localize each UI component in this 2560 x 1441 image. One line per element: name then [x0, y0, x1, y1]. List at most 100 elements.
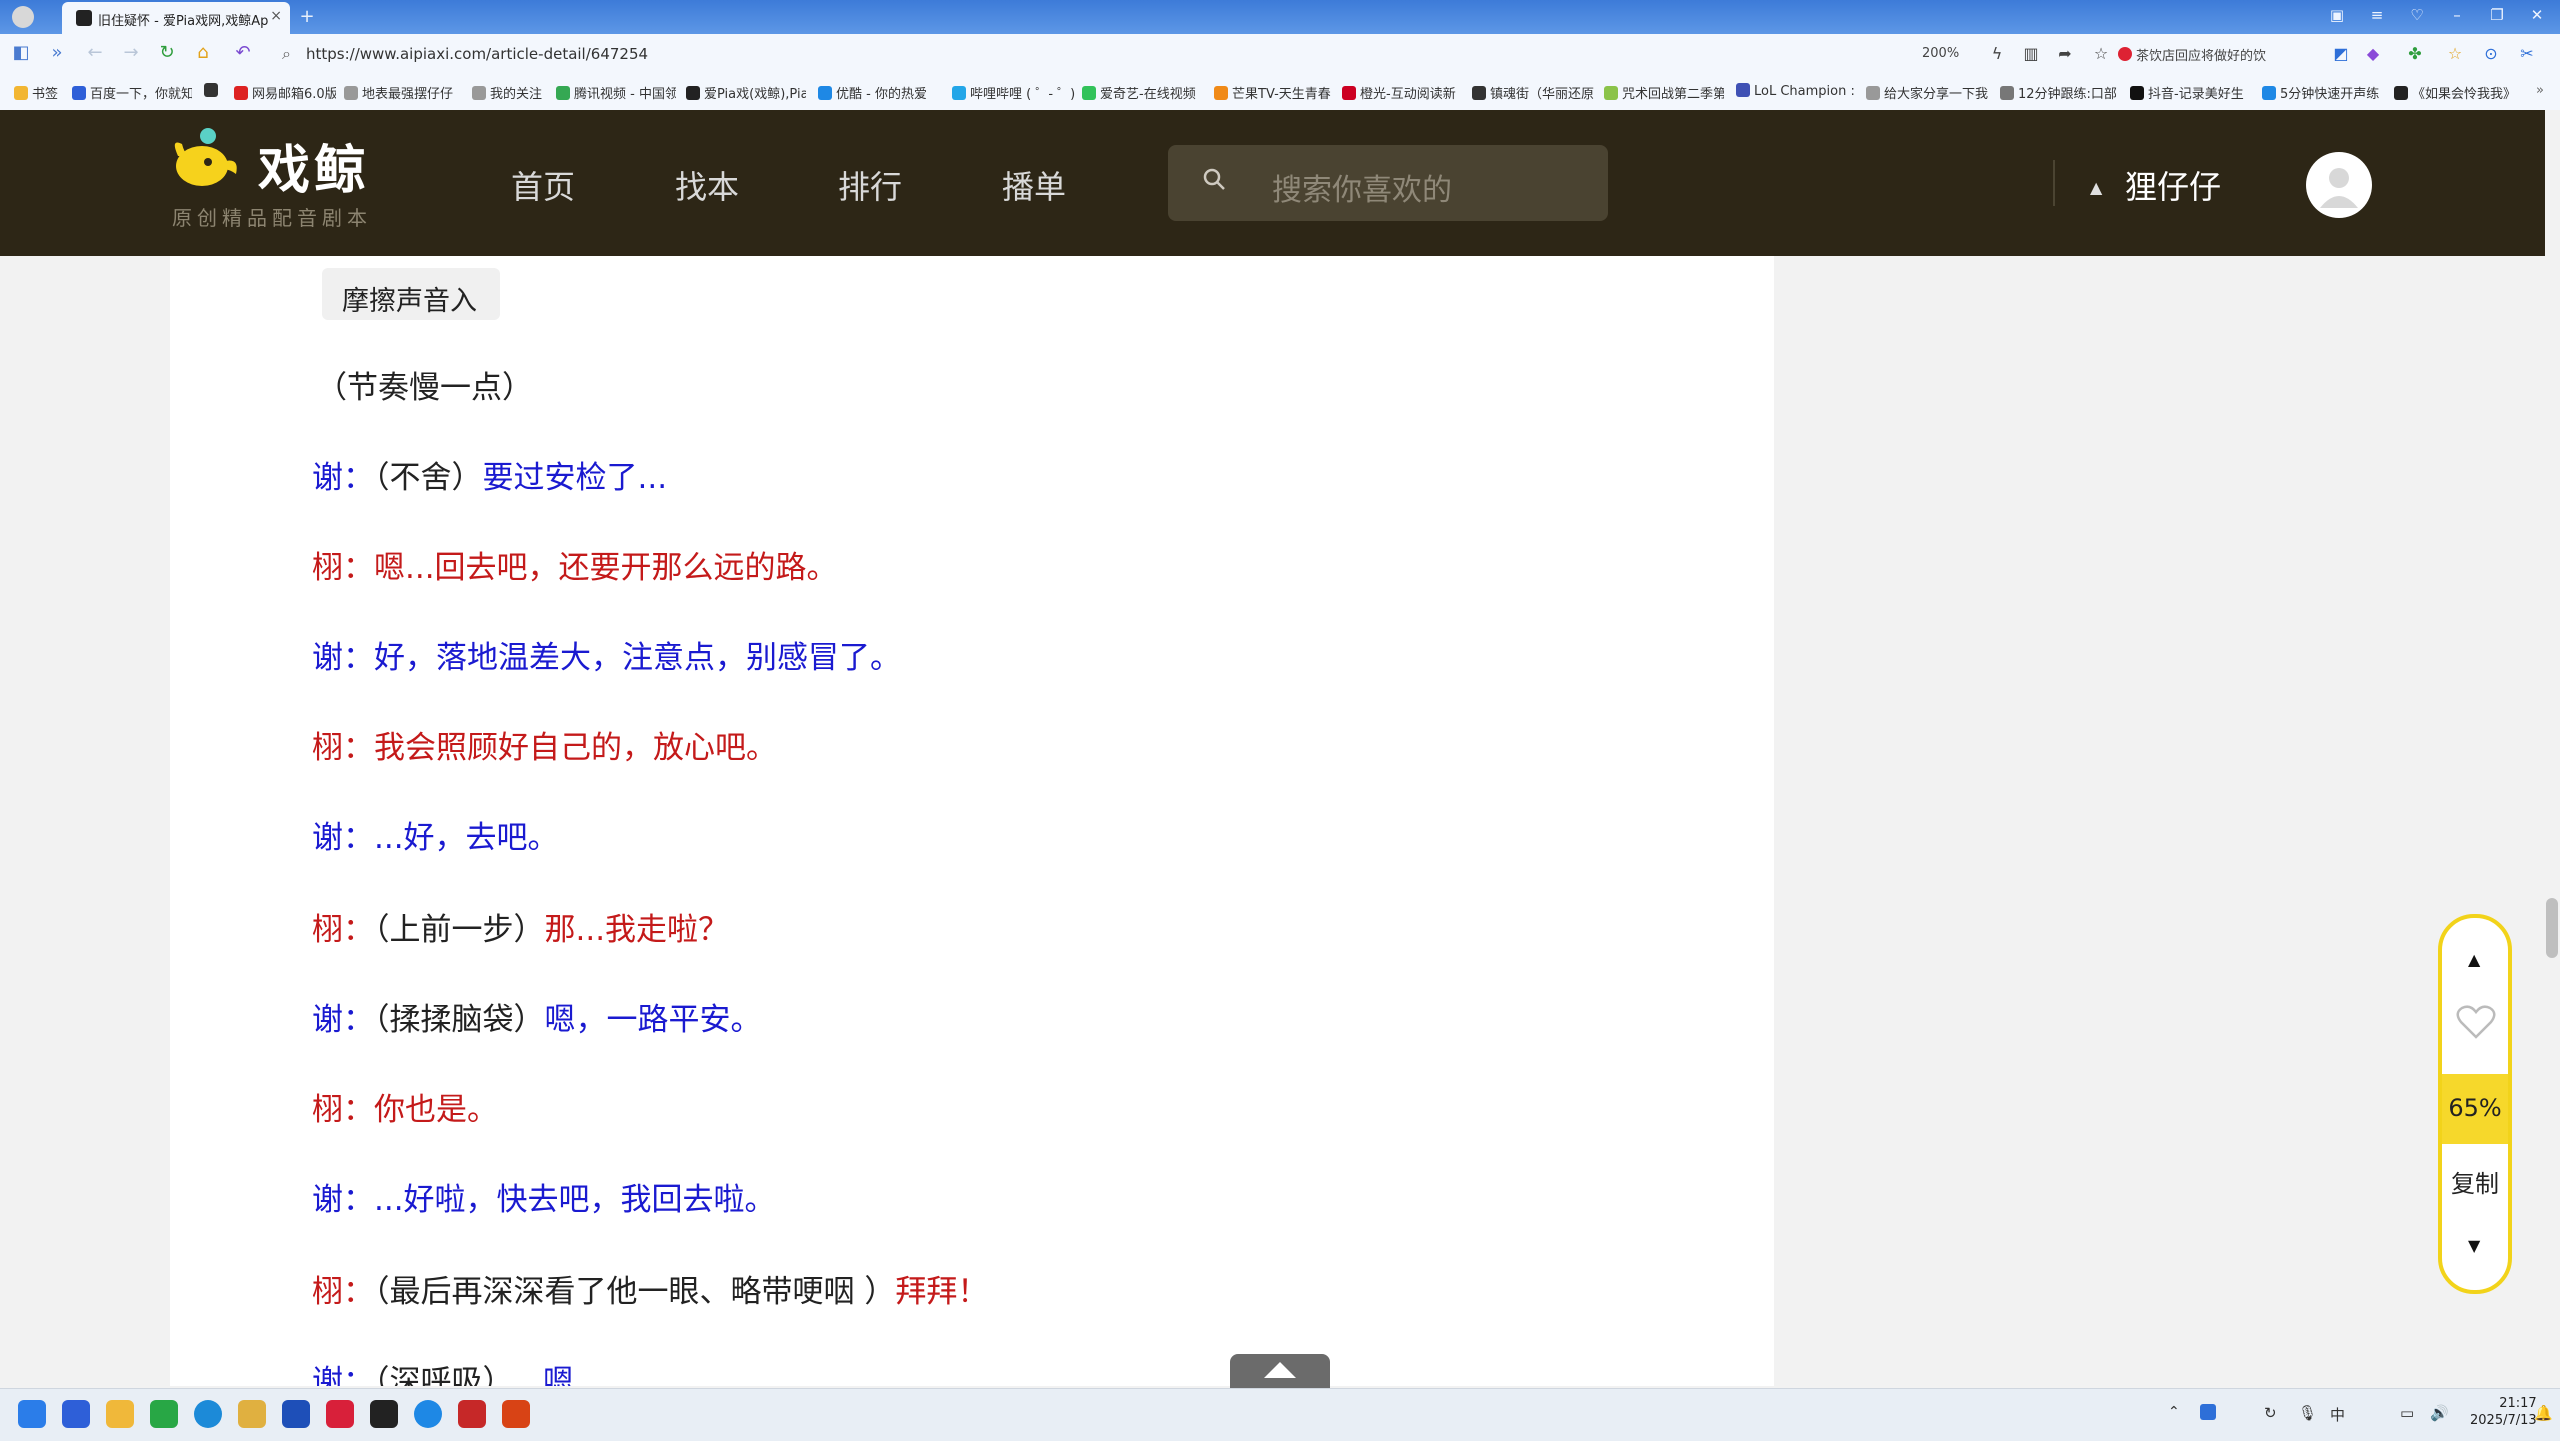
- restore-icon[interactable]: ❐: [2486, 6, 2508, 28]
- forward-icon[interactable]: →: [118, 42, 144, 66]
- username[interactable]: 狸仔仔: [2125, 162, 2221, 208]
- new-tab-button[interactable]: +: [295, 6, 319, 28]
- zoom-level[interactable]: 200%: [1922, 46, 1959, 61]
- bookmark-item[interactable]: 优酷 - 你的热爱: [818, 83, 942, 102]
- expand-panel-button[interactable]: [1230, 1354, 1330, 1388]
- bookmark-item[interactable]: 芒果TV-天生青春: [1214, 83, 1334, 102]
- back-icon[interactable]: ←: [82, 42, 108, 66]
- bookmark-item[interactable]: 咒术回战第二季第: [1604, 83, 1724, 102]
- start-icon[interactable]: [18, 1400, 46, 1428]
- bookmark-item[interactable]: 橙光-互动阅读新: [1342, 83, 1464, 102]
- translate-icon[interactable]: ◩: [2330, 44, 2352, 66]
- nav-playlist[interactable]: 播单: [1002, 162, 1066, 208]
- avatar[interactable]: [2306, 152, 2372, 218]
- bookmark-item[interactable]: 12分钟跟练:口部: [2000, 83, 2120, 102]
- stage-note: （揉揉脑袋）: [374, 1002, 545, 1038]
- search-input[interactable]: 搜索你喜欢的: [1272, 165, 1452, 209]
- news-ticker[interactable]: 茶饮店回应将做好的饮: [2136, 45, 2306, 64]
- app-k-icon[interactable]: [62, 1400, 90, 1428]
- expand-icon[interactable]: »: [44, 42, 70, 66]
- star-icon[interactable]: ☆: [2090, 44, 2112, 66]
- bookmark-item[interactable]: 地表最强摆仔仔: [344, 83, 460, 102]
- skin-icon[interactable]: ♡: [2406, 6, 2428, 28]
- caret-up-icon[interactable]: ▲: [2090, 178, 2102, 197]
- bookmark-item[interactable]: [204, 83, 226, 99]
- sidebar-icon[interactable]: ◧: [8, 42, 34, 66]
- tray-sync-icon[interactable]: ↻: [2264, 1404, 2277, 1422]
- tray-clock[interactable]: 21:17 2025/7/13: [2470, 1395, 2537, 1429]
- sfx-tag[interactable]: 摩擦声音入: [322, 268, 500, 320]
- download-icon[interactable]: ⊙: [2480, 44, 2502, 66]
- tools-icon[interactable]: ✂: [2516, 44, 2538, 66]
- bookmark-item[interactable]: 网易邮箱6.0版: [234, 83, 336, 102]
- page-scrollbar[interactable]: [2545, 110, 2560, 1388]
- tray-ime-icon[interactable]: 中: [2330, 1404, 2345, 1425]
- sidebar-toggle-icon[interactable]: ▣: [2326, 6, 2348, 28]
- search-icon[interactable]: [1202, 167, 1226, 191]
- netease-music-icon[interactable]: [326, 1400, 354, 1428]
- tab-close-icon[interactable]: ×: [270, 8, 282, 24]
- scroll-up-icon[interactable]: ▲: [2468, 950, 2480, 969]
- menu-icon[interactable]: ≡: [2366, 6, 2388, 28]
- scrollbar-thumb[interactable]: [2546, 898, 2558, 958]
- home-icon[interactable]: ⌂: [190, 42, 216, 66]
- tray-mic-icon[interactable]: 🎙: [2298, 1404, 2317, 1422]
- bookmark-item[interactable]: 爱Pia戏(戏鲸),Pia: [686, 83, 806, 102]
- bookmark-item[interactable]: 《如果会怜我我》: [2394, 83, 2514, 102]
- favorites-icon[interactable]: ☆: [2444, 44, 2466, 66]
- browser-profile-icon[interactable]: [12, 6, 34, 28]
- bookmarks-more-icon[interactable]: »: [2536, 83, 2552, 98]
- app-orange-icon[interactable]: [502, 1400, 530, 1428]
- refresh-icon[interactable]: ↻: [154, 42, 180, 66]
- browser-tab[interactable]: 旧住疑怀 - 爱Pia戏网,戏鲸App ×: [62, 2, 290, 34]
- nav-ranking[interactable]: 排行: [838, 162, 902, 208]
- extension-icon[interactable]: ◆: [2362, 44, 2384, 66]
- minimize-icon[interactable]: –: [2446, 6, 2468, 28]
- notification-icon[interactable]: 🔔: [2534, 1404, 2553, 1422]
- puzzle-icon[interactable]: ✤: [2404, 44, 2426, 66]
- xijing-app-icon[interactable]: [370, 1400, 398, 1428]
- bookmark-item[interactable]: 腾讯视频 - 中国领: [556, 83, 676, 102]
- nav-find-script[interactable]: 找本: [675, 162, 739, 208]
- bookmark-item[interactable]: 书签: [14, 83, 60, 102]
- heart-icon[interactable]: [2456, 1004, 2496, 1040]
- bookmark-item[interactable]: 我的关注: [472, 83, 552, 102]
- bookmark-item[interactable]: LoL Champion :: [1736, 83, 1854, 99]
- line-text: 好，落地温差大，注意点，别感冒了。: [374, 640, 901, 676]
- bookmark-item[interactable]: 镇魂街（华丽还原: [1472, 83, 1596, 102]
- tab-title: 旧住疑怀 - 爱Pia戏网,戏鲸App: [98, 14, 268, 29]
- app-green-icon[interactable]: [150, 1400, 178, 1428]
- tray-volume-icon[interactable]: 🔊: [2430, 1404, 2449, 1422]
- undo-icon[interactable]: ↶: [230, 42, 256, 66]
- site-info-icon[interactable]: ⌕: [282, 44, 291, 64]
- search-box[interactable]: 搜索你喜欢的: [1168, 145, 1608, 221]
- tray-network-icon[interactable]: ▭: [2400, 1404, 2414, 1422]
- bookmark-item[interactable]: 抖音-记录美好生: [2130, 83, 2254, 102]
- edge-icon[interactable]: [194, 1400, 222, 1428]
- bookmark-item[interactable]: 5分钟快速开声练: [2262, 83, 2382, 102]
- reader-icon[interactable]: ▥: [2020, 44, 2042, 66]
- address-bar[interactable]: https://www.aipiaxi.com/article-detail/6…: [306, 45, 648, 63]
- tray-app-icon[interactable]: [2200, 1404, 2216, 1420]
- nav-home[interactable]: 首页: [511, 162, 575, 208]
- browser-app-icon[interactable]: [414, 1400, 442, 1428]
- file-explorer-icon[interactable]: [106, 1400, 134, 1428]
- bookmark-item[interactable]: 哔哩哔哩 ( ゜- ゜): [952, 83, 1076, 102]
- share-icon[interactable]: ➦: [2054, 44, 2076, 66]
- app-game-icon[interactable]: [238, 1400, 266, 1428]
- tray-expand-icon[interactable]: ⌃: [2168, 1404, 2180, 1420]
- site-logo-text[interactable]: 戏鲸: [258, 128, 370, 203]
- scroll-down-icon[interactable]: ▼: [2468, 1236, 2480, 1255]
- speaker: 栩：: [312, 1092, 374, 1128]
- bookmark-item[interactable]: 给大家分享一下我: [1866, 83, 1990, 102]
- speaker: 谢：: [312, 1002, 374, 1038]
- app-red-icon[interactable]: [458, 1400, 486, 1428]
- site-logo-subtitle: 原创精品配音剧本: [172, 206, 372, 230]
- app-blue-icon[interactable]: [282, 1400, 310, 1428]
- whale-logo-icon[interactable]: [170, 126, 242, 192]
- copy-button[interactable]: 复制: [2442, 1164, 2508, 1199]
- close-window-icon[interactable]: ✕: [2526, 6, 2548, 28]
- bookmark-item[interactable]: 爱奇艺-在线视频: [1082, 83, 1206, 102]
- bookmark-item[interactable]: 百度一下，你就知: [72, 83, 192, 102]
- lightning-icon[interactable]: ϟ: [1986, 44, 2008, 66]
